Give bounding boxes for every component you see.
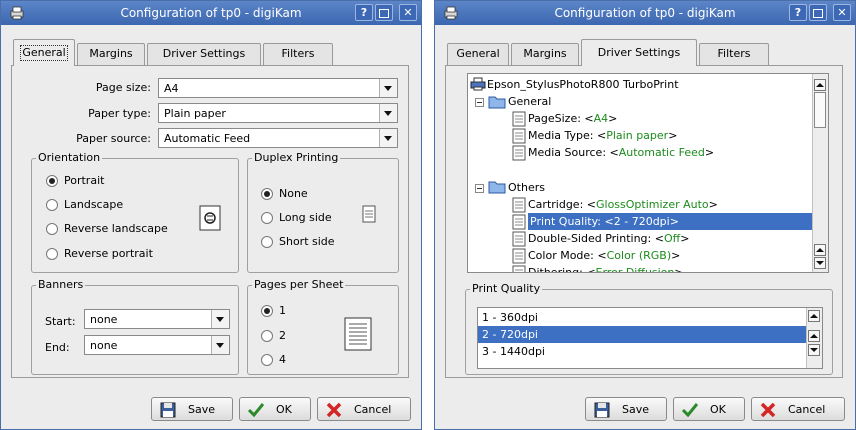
tree-option-item[interactable]: Color Mode: <Color (RGB)> xyxy=(528,247,680,264)
document-icon xyxy=(512,111,526,127)
banner-start-label: Start: xyxy=(45,315,76,328)
scroll-down-arrow-icon[interactable] xyxy=(814,257,826,269)
config-dialog-driver-settings: Configuration of tp0 - digiKam ? ✕ Gener… xyxy=(434,0,856,430)
page-size-select[interactable]: A4 xyxy=(158,78,398,98)
list-item[interactable]: 1 - 360dpi xyxy=(478,309,806,326)
tab-driver-settings[interactable]: Driver Settings xyxy=(581,39,697,66)
tree-option-item[interactable]: PageSize: <A4> xyxy=(528,110,617,127)
help-button[interactable]: ? xyxy=(355,4,373,21)
duplex-preview-icon xyxy=(362,205,376,223)
checkmark-icon xyxy=(248,403,264,418)
document-icon xyxy=(512,128,526,144)
tab-general[interactable]: General xyxy=(13,39,75,66)
document-icon xyxy=(512,248,526,264)
tab-driver-settings[interactable]: Driver Settings xyxy=(147,43,261,65)
scroll-up-arrow-icon[interactable] xyxy=(808,310,820,322)
paper-source-select[interactable]: Automatic Feed xyxy=(158,128,398,148)
paper-source-label: Paper source: xyxy=(76,132,151,145)
paper-type-select[interactable]: Plain paper xyxy=(158,103,398,123)
orientation-preview-icon xyxy=(199,205,221,231)
print-quality-list[interactable]: 1 - 360dpi 2 - 720dpi 3 - 1440dpi xyxy=(477,307,823,369)
chevron-down-icon[interactable] xyxy=(211,310,229,328)
cancel-button[interactable]: Cancel xyxy=(317,397,411,421)
tab-margins[interactable]: Margins xyxy=(511,43,579,65)
tree-option-item[interactable]: Cartridge: <GlossOptimizer Auto> xyxy=(528,196,718,213)
tree-group-others[interactable]: Others xyxy=(508,179,545,196)
maximize-button[interactable] xyxy=(809,4,827,21)
save-button[interactable]: Save xyxy=(585,397,667,421)
ok-button[interactable]: OK xyxy=(673,397,745,421)
tab-general[interactable]: General xyxy=(447,43,509,65)
tab-filters[interactable]: Filters xyxy=(699,43,769,65)
checkmark-icon xyxy=(682,403,698,418)
list-item-selected[interactable]: 2 - 720dpi xyxy=(478,326,806,343)
page-size-label: Page size: xyxy=(95,81,151,94)
tree-option-item[interactable]: Media Type: <Plain paper> xyxy=(528,127,677,144)
tree-option-item[interactable]: Print Quality: <2 - 720dpi> xyxy=(528,213,812,230)
title-bar[interactable]: Configuration of tp0 - digiKam ? ✕ xyxy=(435,1,855,25)
tab-filters[interactable]: Filters xyxy=(263,43,333,65)
close-button[interactable]: ✕ xyxy=(833,4,851,21)
scroll-down-arrow-icon[interactable] xyxy=(808,344,820,356)
tree-option-item[interactable]: Dithering: <Error Diffusion> xyxy=(528,264,684,272)
scroll-up-arrow-icon[interactable] xyxy=(814,244,826,256)
document-icon xyxy=(512,197,526,213)
document-icon xyxy=(512,265,526,272)
banners-group: Banners xyxy=(31,278,239,375)
list-item[interactable]: 3 - 1440dpi xyxy=(478,343,806,360)
chevron-down-icon[interactable] xyxy=(379,104,397,122)
paper-type-label: Paper type: xyxy=(88,107,151,120)
banner-end-select[interactable]: none xyxy=(84,335,230,355)
banner-end-label: End: xyxy=(45,341,70,354)
help-button[interactable]: ? xyxy=(789,4,807,21)
scroll-up-arrow-icon[interactable] xyxy=(814,79,826,91)
document-icon xyxy=(512,214,526,230)
cancel-x-icon xyxy=(326,402,342,418)
collapse-toggle-icon[interactable] xyxy=(475,98,484,107)
tree-option-item[interactable]: Double-Sided Printing: <Off> xyxy=(528,230,689,247)
scroll-up-arrow-icon[interactable] xyxy=(808,330,820,342)
cancel-button[interactable]: Cancel xyxy=(751,397,845,421)
document-icon xyxy=(512,145,526,161)
title-bar[interactable]: Configuration of tp0 - digiKam ? ✕ xyxy=(1,1,421,25)
driver-options-tree[interactable]: Epson_StylusPhotoR800 TurboPrint General… xyxy=(467,73,829,273)
tree-root-printer[interactable]: Epson_StylusPhotoR800 TurboPrint xyxy=(487,76,679,93)
save-button[interactable]: Save xyxy=(151,397,233,421)
chevron-down-icon[interactable] xyxy=(211,336,229,354)
folder-open-icon xyxy=(488,96,506,109)
save-disk-icon xyxy=(160,402,176,418)
config-dialog-general: Configuration of tp0 - digiKam ? ✕ Gener… xyxy=(0,0,422,430)
maximize-button[interactable] xyxy=(375,4,393,21)
list-scrollbar[interactable] xyxy=(806,308,822,368)
chevron-down-icon[interactable] xyxy=(379,79,397,97)
cancel-x-icon xyxy=(760,402,776,418)
collapse-toggle-icon[interactable] xyxy=(475,184,484,193)
printer-icon xyxy=(470,77,486,91)
document-icon xyxy=(512,231,526,247)
close-button[interactable]: ✕ xyxy=(399,4,417,21)
tree-option-item[interactable]: Media Source: <Automatic Feed> xyxy=(528,144,714,161)
save-disk-icon xyxy=(594,402,610,418)
tab-margins[interactable]: Margins xyxy=(77,43,145,65)
tree-group-general[interactable]: General xyxy=(508,93,551,110)
scroll-thumb[interactable] xyxy=(814,92,826,128)
tree-scrollbar[interactable] xyxy=(812,74,828,272)
folder-open-icon xyxy=(488,181,506,194)
chevron-down-icon[interactable] xyxy=(379,129,397,147)
ok-button[interactable]: OK xyxy=(239,397,311,421)
page-layout-preview-icon xyxy=(344,317,372,351)
banner-start-select[interactable]: none xyxy=(84,309,230,329)
